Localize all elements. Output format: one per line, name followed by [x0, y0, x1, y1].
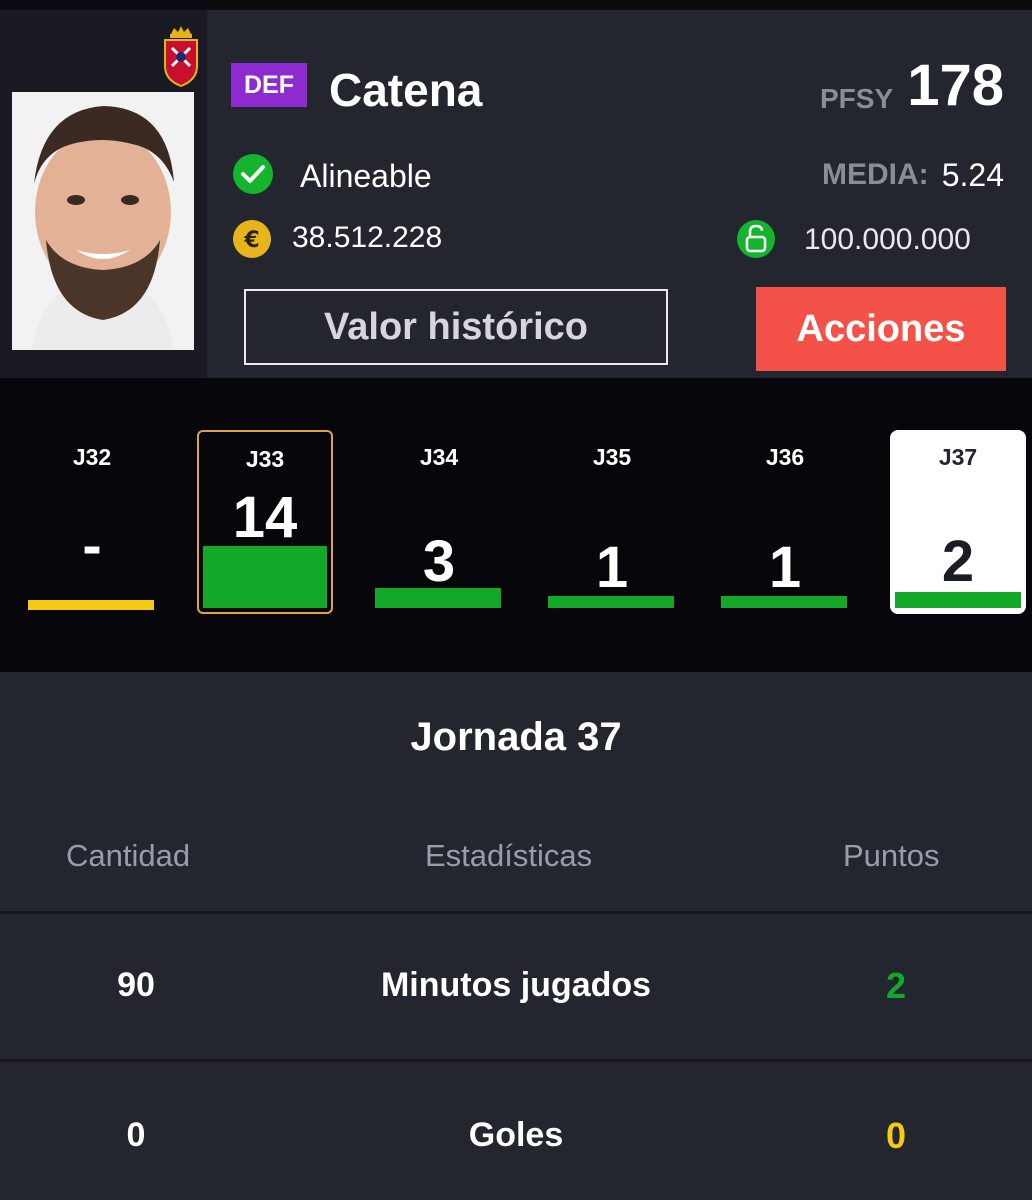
stat-name: Goles [468, 1116, 564, 1154]
market-value: 38.512.228 [292, 221, 443, 254]
gameweek-points: 2 [941, 529, 975, 594]
gameweek-card-j32[interactable]: J32 - [24, 430, 160, 614]
gameweek-bar [895, 592, 1021, 608]
gameweek-label: J35 [592, 444, 632, 470]
player-photo [12, 92, 194, 350]
player-name: Catena [329, 64, 483, 116]
gameweek-card-j35[interactable]: J35 1 [544, 430, 680, 614]
gameweek-label: J34 [419, 444, 459, 470]
svg-text:€: € [243, 228, 259, 253]
top-strip [0, 0, 1032, 10]
player-photo-column [0, 10, 207, 378]
gameweek-points: 1 [595, 535, 629, 600]
gameweek-strip: J32 - J33 14 J34 3 J35 1 J36 1 J37 2 [0, 378, 1032, 672]
pfsy-label: PFSY [820, 83, 894, 114]
divider [0, 911, 1032, 914]
stat-quantity: 90 [117, 966, 155, 1004]
release-clause-value: 100.000.000 [804, 223, 971, 256]
stat-points: 2 [885, 965, 907, 1006]
gameweek-label: J33 [245, 446, 285, 472]
gameweek-points: 3 [422, 529, 456, 594]
player-header: DEF Catena PFSY 178 Alineable MEDIA: 5.2… [0, 10, 1032, 378]
gameweek-label: J36 [765, 444, 805, 470]
gameweek-points: 14 [232, 485, 298, 550]
player-status: Alineable [300, 158, 432, 194]
media-value: 5.24 [941, 157, 1004, 193]
gameweek-bar [28, 600, 154, 610]
unlock-icon [737, 220, 775, 258]
media-label: MEDIA: [822, 158, 929, 191]
actions-button[interactable]: Acciones [756, 287, 1006, 371]
stat-points: 0 [885, 1115, 907, 1156]
position-badge: DEF [231, 63, 307, 107]
header-quantity: Cantidad [66, 838, 191, 873]
historic-value-button[interactable]: Valor histórico [244, 289, 668, 365]
team-crest-icon [164, 26, 198, 88]
gameweek-bar [375, 588, 501, 608]
gameweek-bar [721, 596, 847, 608]
gameweek-bar [203, 546, 327, 608]
gameweek-label: J32 [72, 444, 112, 470]
gameweek-card-j33[interactable]: J33 14 [197, 430, 333, 614]
header-statistics: Estadísticas [425, 838, 593, 873]
divider [0, 1059, 1032, 1062]
pfsy-value: 178 [907, 53, 1004, 118]
header-points: Puntos [843, 838, 940, 873]
gameweek-bar [548, 596, 674, 608]
gameweek-card-j36[interactable]: J36 1 [717, 430, 853, 614]
stat-quantity: 0 [126, 1116, 146, 1154]
gameweek-card-j37[interactable]: J37 2 [890, 430, 1026, 614]
gameweek-title: Jornada 37 [410, 715, 622, 759]
gameweek-label: J37 [938, 444, 978, 470]
euro-coin-icon: € [233, 220, 271, 258]
stat-name: Minutos jugados [380, 966, 652, 1004]
gameweek-card-j34[interactable]: J34 3 [371, 430, 507, 614]
gameweek-points: - [82, 513, 102, 578]
check-circle-icon [233, 154, 273, 194]
gameweek-points: 1 [768, 535, 802, 600]
